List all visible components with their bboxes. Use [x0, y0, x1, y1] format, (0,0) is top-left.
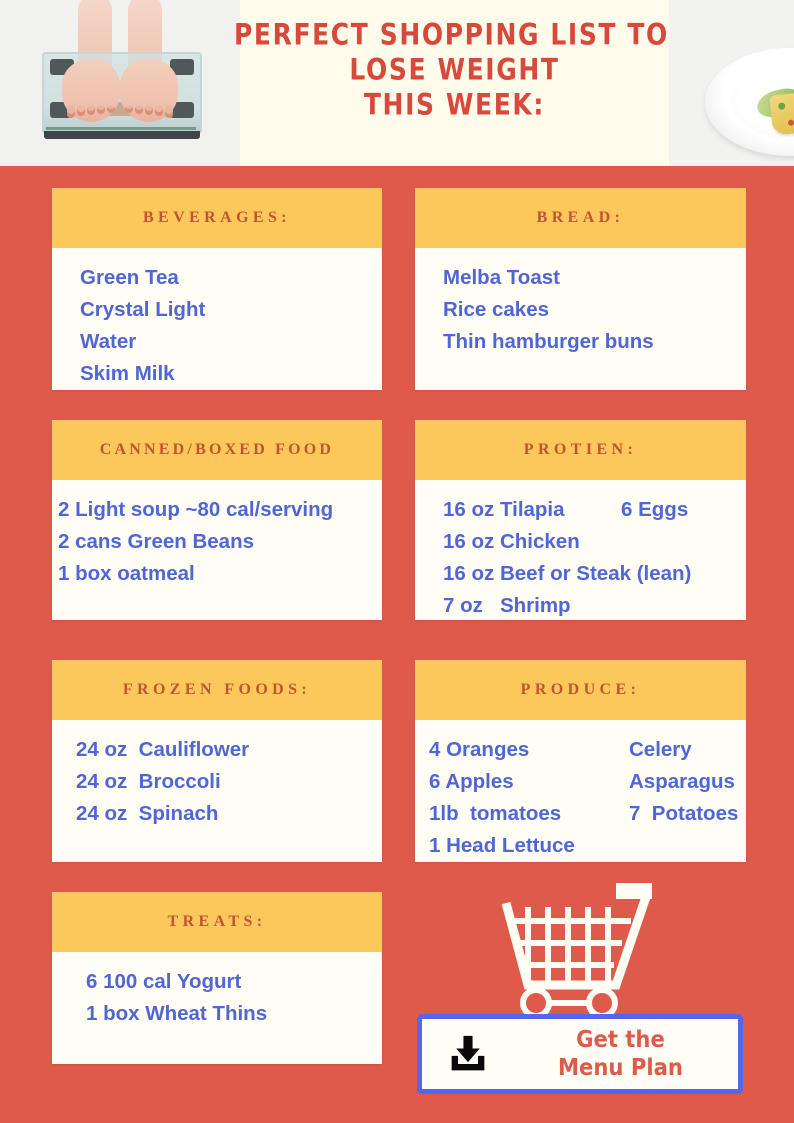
list-item: 2 cans Green Beans	[58, 530, 254, 553]
list-item: 1lb tomatoes	[429, 802, 562, 825]
list-item: 6 Apples	[429, 770, 514, 793]
list-row: 4 Oranges Celery	[429, 734, 746, 766]
card-heading-treats: Treats:	[52, 892, 382, 952]
shopping-cart-icon	[498, 875, 658, 1019]
list-item: 16 oz Chicken	[443, 530, 580, 553]
card-body-protein: 16 oz Tilapia 6 Eggs 16 oz Chicken 16 oz…	[415, 480, 746, 630]
card-heading-bread: Bread:	[415, 188, 746, 248]
card-heading-canned: Canned/Boxed Food	[52, 420, 382, 480]
card-heading-produce: Produce:	[415, 660, 746, 720]
card-body-produce: 4 Oranges Celery 6 Apples Asparagus 1lb …	[415, 720, 746, 870]
card-produce: Produce: 4 Oranges Celery 6 Apples Aspar…	[415, 660, 746, 862]
list-item: 2 Light soup ~80 cal/serving	[58, 498, 334, 521]
card-bread: Bread: Melba Toast Rice cakes Thin hambu…	[415, 188, 746, 390]
card-body-bread: Melba Toast Rice cakes Thin hamburger bu…	[415, 248, 746, 366]
list-item: 24 oz Cauliflower	[76, 738, 250, 761]
card-treats: Treats: 6 100 cal Yogurt 1 box Wheat Thi…	[52, 892, 382, 1064]
download-icon	[422, 1034, 514, 1074]
list-item: 24 oz Spinach	[76, 802, 219, 825]
card-body-frozen: 24 oz Cauliflower 24 oz Broccoli 24 oz S…	[52, 720, 382, 838]
list-item: 7 oz Shrimp	[443, 594, 571, 617]
plate-graphic	[704, 48, 794, 156]
cta-line-1: Get the	[576, 1027, 665, 1053]
title-line-3: This Week:	[363, 87, 545, 122]
list-item: Crystal Light	[80, 298, 206, 321]
list-item: 6 Eggs	[621, 498, 689, 521]
card-protein: Protien: 16 oz Tilapia 6 Eggs 16 oz Chic…	[415, 420, 746, 620]
list-row: 16 oz Tilapia 6 Eggs	[443, 494, 746, 526]
list-item: Water	[80, 330, 137, 353]
card-body-canned: 2 Light soup ~80 cal/serving 2 cans Gree…	[52, 480, 382, 598]
list-item: 6 100 cal Yogurt	[86, 970, 242, 993]
list-item: Asparagus	[629, 770, 735, 793]
list-row: 1lb tomatoes 7 Potatoes	[429, 798, 746, 830]
list-item: 16 oz Beef or Steak (lean)	[443, 562, 692, 585]
feet-on-scale-photo	[0, 0, 240, 166]
card-frozen-foods: Frozen Foods: 24 oz Cauliflower 24 oz Br…	[52, 660, 382, 862]
poster-title: Perfect Shopping List to Lose Weight Thi…	[234, 0, 669, 166]
list-item: 24 oz Broccoli	[76, 770, 221, 793]
card-heading-protein: Protien:	[415, 420, 746, 480]
list-item: 1 box Wheat Thins	[86, 1002, 268, 1025]
infographic-poster: Perfect Shopping List to Lose Weight Thi…	[0, 0, 794, 1123]
card-canned-boxed-food: Canned/Boxed Food 2 Light soup ~80 cal/s…	[52, 420, 382, 620]
list-item: Skim Milk	[80, 362, 175, 385]
card-beverages: Beverages: Green Tea Crystal Light Water…	[52, 188, 382, 390]
list-row: 6 Apples Asparagus	[429, 766, 746, 798]
list-item: 7 Potatoes	[629, 802, 739, 825]
cta-label: Get the Menu Plan	[523, 1026, 729, 1082]
list-item: 4 Oranges	[429, 738, 530, 761]
card-body-treats: 6 100 cal Yogurt 1 box Wheat Thins	[52, 952, 382, 1038]
list-item: 16 oz Tilapia	[443, 498, 565, 521]
list-item: Rice cakes	[443, 298, 550, 321]
list-item: 1 box oatmeal	[58, 562, 195, 585]
list-item: Celery	[629, 738, 692, 761]
list-item: Thin hamburger buns	[443, 330, 654, 353]
header-banner: Perfect Shopping List to Lose Weight Thi…	[0, 0, 794, 166]
healthy-plate-photo	[668, 0, 794, 166]
card-heading-frozen: Frozen Foods:	[52, 660, 382, 720]
list-item: Green Tea	[80, 266, 179, 289]
list-item: 1 Head Lettuce	[429, 834, 575, 857]
list-item: Melba Toast	[443, 266, 560, 289]
card-body-beverages: Green Tea Crystal Light Water Skim Milk	[52, 248, 382, 398]
get-menu-plan-button[interactable]: Get the Menu Plan	[417, 1014, 743, 1094]
card-heading-beverages: Beverages:	[52, 188, 382, 248]
cta-line-2: Menu Plan	[557, 1055, 683, 1081]
